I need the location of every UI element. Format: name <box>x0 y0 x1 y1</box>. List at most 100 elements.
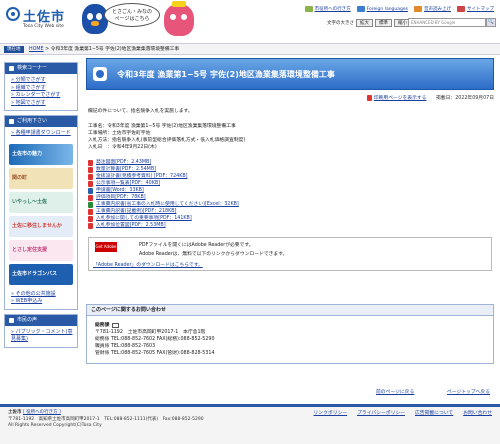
info-line: 工事場所：土佐市宇佐町宇佐 <box>88 131 151 136</box>
adobe-notice-line: Adobe Readerは、無料で以下のリンクからダウンロードできます。 <box>139 252 288 257</box>
mascot-tosagon-icon[interactable] <box>82 4 108 34</box>
text-size-control: 文字の大きさ 拡大 標準 縮小 <box>327 19 411 27</box>
building-icon <box>304 6 313 12</box>
banner-tosa-charm[interactable]: 土佐市の魅力 <box>9 143 73 165</box>
logo-name: 土佐市 <box>23 10 66 25</box>
footer-link-privacy[interactable]: プライバシーポリシー <box>357 411 405 418</box>
pdf-icon <box>88 215 93 222</box>
adobe-notice-line: PDFファイルを開くにはAdobe Readerが必要です。 <box>139 243 254 248</box>
file-link[interactable]: 申請書[Word：33KB] <box>96 187 144 194</box>
file-item: 評価項目[PDF：78KB] <box>88 194 492 201</box>
file-link[interactable]: 入札参加に関しての重要事項[PDF：141KB] <box>96 215 192 222</box>
file-link[interactable]: 工事費内訳書(記載例)[PDF：218KB] <box>96 208 176 215</box>
adobe-reader-notice: Get Adobe Reader PDFファイルを開くにはAdobe Reade… <box>88 237 492 271</box>
get-adobe-reader-badge[interactable]: Get Adobe Reader <box>95 242 117 259</box>
sidebar-item-facilities[interactable]: その他の公共施設 <box>11 291 56 297</box>
site-header: 土佐市 Tosa City Web site とさごん・みなの ページはこちら 市… <box>0 0 500 40</box>
square-icon <box>9 317 14 323</box>
mascot-minami-icon[interactable] <box>164 1 194 36</box>
excel-icon <box>88 201 93 208</box>
footer-access-link[interactable]: [ 役所への行き方 ] <box>23 410 61 415</box>
contact-heading: このページに関するお問い合わせ <box>87 305 493 316</box>
sidebar-section-heading: ご利用下さい <box>5 116 77 127</box>
footer-link-link-policy[interactable]: リンクポリシー <box>314 411 348 418</box>
sidebar-item-web-apply[interactable]: WEB申込み <box>11 298 42 304</box>
footer-link-contact[interactable]: お問い合わせ <box>463 411 492 418</box>
file-item: 入札参加に関しての重要事項[PDF：141KB] <box>88 215 492 222</box>
banner-migration[interactable]: 土佐に移住しませんか <box>9 215 73 237</box>
footer-links: リンクポリシー プライバシーポリシー 広告掲載について お問い合わせ <box>314 411 493 418</box>
info-line: 入札方法：指名競争入札(事前型総合評価落札方式・低入札価格調査制度) <box>88 138 246 143</box>
pdf-icon <box>88 173 93 180</box>
footer-link-ads[interactable]: 広告掲載について <box>415 411 453 418</box>
file-link[interactable]: 金抜設計書(見積参考資料) [PDF：724KB] <box>96 173 188 180</box>
prev-page-link[interactable]: 前のページに戻る <box>376 388 414 395</box>
bottom-nav: 前のページに戻る ページトップへ戻る <box>86 388 494 398</box>
footer-copyright: All Rights Reserved Copyright(C)Tosa Cit… <box>8 423 102 428</box>
sidebar-item-organization[interactable]: 組織でさがす <box>11 85 46 91</box>
pdf-icon <box>88 166 93 173</box>
posted-date: 掲載日：2022年09月07日 <box>436 96 494 101</box>
file-item: 発注図面[PDF：2.43MB] <box>88 159 492 166</box>
print-page-link[interactable]: 印刷用ページを表示する <box>374 96 427 101</box>
sidebar-section-heading: 検索コーナー <box>5 63 77 74</box>
page-top-link[interactable]: ページトップへ戻る <box>447 388 490 395</box>
speaker-icon <box>414 6 422 12</box>
file-item: 工事費内訳書(記載例)[PDF：218KB] <box>88 208 492 215</box>
sidebar-section-heading: 市民の声 <box>5 314 77 326</box>
sitemap-icon <box>457 6 465 12</box>
contact-box: このページに関するお問い合わせ 総務課 〒781-1192 土佐市高岡町甲201… <box>86 304 494 364</box>
square-icon <box>9 119 14 124</box>
banner-dragon-bus[interactable]: 土佐市ドラゴンバス <box>9 263 73 285</box>
text-size-normal-button[interactable]: 標準 <box>375 19 392 27</box>
sidebar-item-category[interactable]: 分類でさがす <box>11 77 46 83</box>
file-link[interactable]: 評価項目[PDF：78KB] <box>96 194 146 201</box>
word-icon <box>88 187 93 194</box>
search-button[interactable]: 🔍 <box>486 18 496 27</box>
info-line: 工事名：令和3年度 漁業第1−5号 宇佐(2)地区漁業集落環境整備工事 <box>88 124 236 129</box>
banner-seki[interactable]: 関の町 <box>9 167 73 189</box>
sidebar-search-section: 検索コーナー 分類でさがす 組織でさがす カレンダーでさがす 地図でさがす <box>4 62 78 111</box>
city-crest-icon <box>6 7 20 21</box>
search-input[interactable]: ENHANCED BY Google <box>408 18 486 27</box>
article-body: 欄記の件について、指名競争入札を実施します。 工事名：令和3年度 漁業第1−5号… <box>88 108 492 271</box>
pdf-icon <box>88 159 93 166</box>
file-item: 入札参加位置図[PDF：2.53MB] <box>88 222 492 229</box>
contact-department: 総務課 <box>95 322 485 329</box>
header-link-sitemap[interactable]: サイトマップ <box>457 6 494 12</box>
page-title: 令和3年度 漁業第1−5号 宇佐(2)地区漁業集落環境整備工事 <box>117 70 335 79</box>
breadcrumb: 現在地 HOME > 令和3年度 漁業第1−5号 宇佐(2)地区漁業集落環境整備… <box>0 43 500 55</box>
info-line: 入札日 ：令和4年9月22日(木) <box>88 145 157 150</box>
file-item: 公示事項一覧表[PDF：40KB] <box>88 180 492 187</box>
header-link-voice[interactable]: 音声読み上げ <box>414 6 451 12</box>
intro-text: 欄記の件について、指名競争入札を実施します。 <box>88 109 193 114</box>
header-link-foreign[interactable]: Foreign languages <box>356 6 408 12</box>
text-size-large-button[interactable]: 拡大 <box>356 19 373 27</box>
sidebar-item-public-comment[interactable]: パブリック・コメント(意見募集) <box>11 329 73 343</box>
header-links: 市役所への行き方 Foreign languages 音声読み上げ サイトマップ <box>304 6 494 12</box>
file-link[interactable]: 入札参加位置図[PDF：2.53MB] <box>96 222 166 229</box>
file-link[interactable]: 数量計算書[PDF：2.54MB] <box>96 166 156 173</box>
sidebar-item-calendar[interactable]: カレンダーでさがす <box>11 92 60 98</box>
mascot-speech-bubble[interactable]: とさごん・みなの ページはこちら <box>104 3 160 27</box>
file-link[interactable]: 工事費内訳書(省工事の入札時に使用してください)[Excel：32KB] <box>96 201 239 208</box>
sidebar-item-map[interactable]: 地図でさがす <box>11 100 46 106</box>
breadcrumb-home-link[interactable]: HOME <box>29 47 44 52</box>
logo-subtitle: Tosa City Web site <box>23 24 64 29</box>
contact-line: 職員係 TEL:088-852-7603 <box>95 344 156 349</box>
adobe-download-link[interactable]: 「Adobe Reader」のダウンロードはこちらです。 <box>93 262 203 269</box>
file-link[interactable]: 発注図面[PDF：2.43MB] <box>96 159 151 166</box>
globe-icon <box>356 6 365 12</box>
banner-iyasshi[interactable]: いやっし〜土佐 <box>9 191 73 213</box>
page-meta: 印刷用ページを表示する 掲載日：2022年09月07日 <box>86 94 494 104</box>
header-link-access[interactable]: 市役所への行き方 <box>304 6 351 12</box>
main-content: 令和3年度 漁業第1−5号 宇佐(2)地区漁業集落環境整備工事 印刷用ページを表… <box>86 58 494 364</box>
text-size-label: 文字の大きさ <box>327 21 354 26</box>
banner-settlement[interactable]: とさし定住支援 <box>9 239 73 261</box>
pdf-icon <box>88 194 93 201</box>
sidebar-item-forms[interactable]: 各種申請書ダウンロード <box>11 130 71 136</box>
mail-icon[interactable] <box>112 323 120 328</box>
file-link[interactable]: 公示事項一覧表[PDF：40KB] <box>96 180 160 187</box>
site-logo[interactable]: 土佐市 Tosa City Web site <box>6 5 76 35</box>
breadcrumb-current: 令和3年度 漁業第1−5号 宇佐(2)地区漁業集落環境整備工事 <box>50 47 180 52</box>
